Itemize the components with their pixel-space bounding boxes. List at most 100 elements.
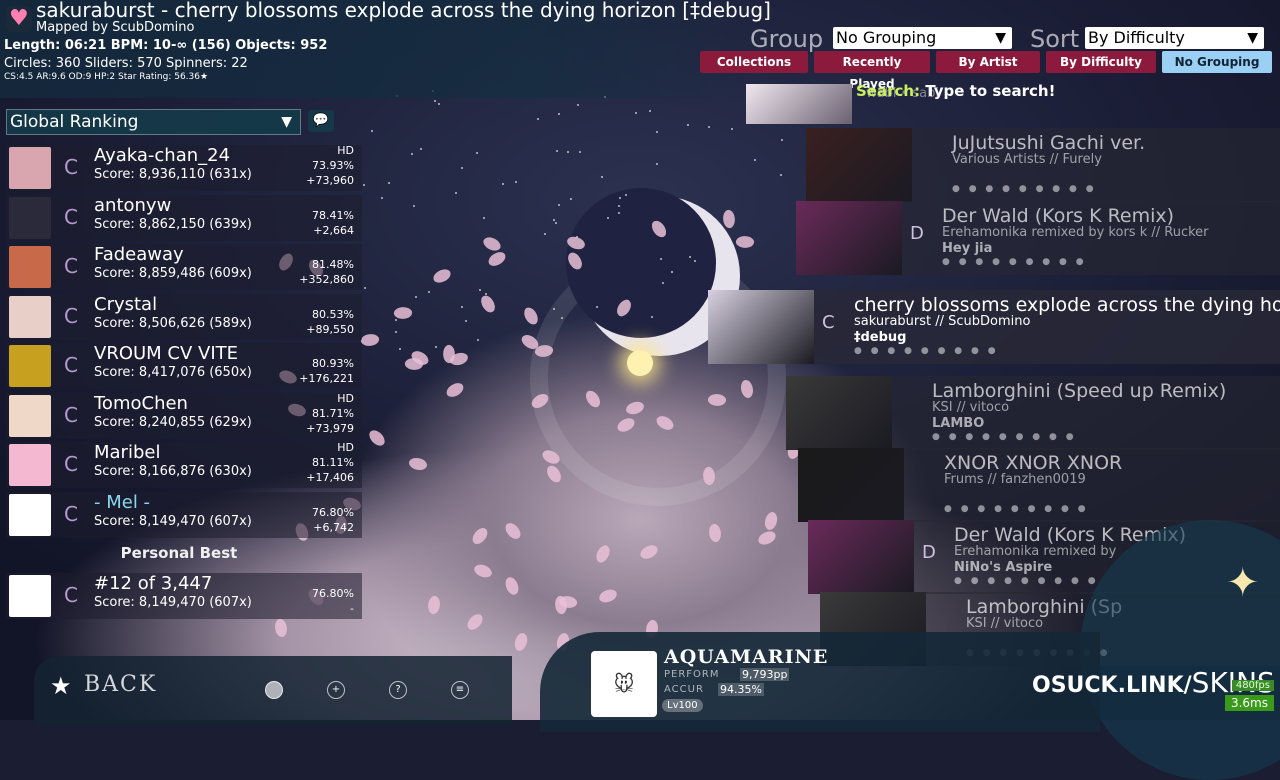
song-title: cherry blossoms explode across the dying… — [854, 294, 1280, 316]
avatar — [9, 444, 51, 486]
petal — [503, 520, 523, 542]
song-card[interactable]: JuJutsushi Gachi ver. Various Artists // … — [806, 128, 1280, 202]
grade-icon: C — [64, 583, 78, 607]
personal-best-accuracy: 76.80% — [312, 587, 354, 600]
song-artist: sakuraburst // ScubDomino — [854, 314, 1031, 329]
back-label: BACK — [84, 672, 158, 697]
leaderboard-row[interactable]: C Crystal Score: 8,506,626 (589x) 80.53% +89… — [6, 293, 362, 340]
song-card[interactable]: D Der Wald (Kors K Remix) Erehamonika remi… — [796, 201, 1280, 275]
leaderboard-row[interactable]: C Ayaka-chan_24 Score: 8,936,110 (631x) HD 7… — [6, 144, 362, 191]
player-name: antonyw — [94, 194, 172, 216]
song-thumbnail — [806, 128, 912, 202]
leaderboard-row[interactable]: C - Mel - Score: 8,149,470 (607x) 76.80% +6,… — [6, 491, 362, 538]
player-name: VROUM CV VITE — [94, 343, 239, 364]
star — [600, 175, 603, 178]
star — [558, 113, 561, 116]
score-diff: +352,860 — [299, 273, 354, 286]
player-avatar[interactable]: 🐭 — [591, 651, 657, 717]
petal — [444, 380, 466, 399]
star — [410, 153, 413, 156]
petal — [734, 234, 755, 251]
fps-counter: 480fps — [1231, 680, 1274, 691]
song-artist: Various Artists // Furely — [952, 152, 1102, 167]
chevron-down-icon: ▼ — [995, 30, 1006, 46]
petal — [407, 454, 429, 473]
song-card[interactable]: Lamborghini (Speed up Remix) KSI // vitoc… — [786, 376, 1280, 450]
star — [434, 99, 437, 102]
song-thumbnail — [746, 84, 852, 124]
moon-shadow — [566, 188, 716, 338]
grade-icon: D — [922, 542, 936, 563]
leaderboard-row[interactable]: C Fadeaway Score: 8,859,486 (609x) 81.48% +3… — [6, 244, 362, 290]
grade-icon: C — [64, 501, 78, 526]
star — [483, 216, 485, 219]
song-title: Lamborghini (Speed up Remix) — [932, 380, 1227, 402]
star — [413, 205, 416, 208]
star — [478, 289, 481, 292]
sort-dropdown-value: By Difficulty — [1088, 28, 1185, 47]
petal — [756, 529, 778, 546]
star — [380, 197, 383, 200]
score-diff: +176,221 — [299, 372, 354, 385]
mods-icon[interactable]: + — [327, 681, 345, 699]
leaderboard-row[interactable]: C Maribel Score: 8,166,876 (630x) HD 81.11% +… — [6, 441, 362, 488]
petal — [360, 333, 380, 347]
options-icon[interactable]: ≡ — [451, 681, 469, 699]
grade-icon: C — [64, 155, 78, 179]
petal — [464, 612, 487, 633]
song-thumbnail — [798, 448, 904, 522]
frametime-counter: 3.6ms — [1224, 695, 1274, 711]
star — [617, 204, 620, 207]
avatar — [9, 493, 51, 536]
song-artist: Frums // fanzhen0019 — [944, 472, 1086, 487]
star — [399, 347, 402, 350]
player-score: Score: 8,149,470 (607x) — [94, 513, 252, 529]
search-placeholder: Type to search! — [925, 82, 1056, 100]
personal-best-row[interactable]: C #12 of 3,447 Score: 8,149,470 (607x) 7… — [6, 573, 362, 619]
star — [454, 192, 457, 195]
player-level: Lv100 — [662, 699, 703, 712]
petal — [478, 293, 497, 315]
group-dropdown-value: No Grouping — [836, 28, 937, 47]
star — [427, 290, 430, 293]
song-card-selected[interactable]: Ccherry blossoms explode across the dyin… — [708, 290, 1280, 364]
mode-icon[interactable] — [265, 681, 283, 699]
star — [567, 151, 570, 154]
grade-icon: C — [64, 204, 78, 229]
tab-collections[interactable]: Collections — [700, 51, 808, 73]
tab-by-difficulty[interactable]: By Difficulty — [1046, 51, 1156, 73]
star — [780, 174, 783, 177]
player-score: Score: 8,506,626 (589x) — [94, 315, 252, 331]
accuracy: 80.53% — [312, 307, 354, 321]
back-button[interactable]: BACK — [50, 672, 157, 697]
star — [693, 259, 696, 262]
song-card[interactable]: XNOR XNOR XNOR Frums // fanzhen0019 ● ● ● … — [798, 448, 1280, 522]
tab-recently-played[interactable]: Recently Played — [814, 51, 930, 91]
ranking-type-dropdown[interactable]: Global Ranking ▼ — [6, 109, 301, 135]
song-artist: KSI // vitoco — [932, 400, 1010, 415]
random-icon[interactable]: ? — [389, 681, 407, 699]
sort-dropdown[interactable]: By Difficulty ▼ — [1085, 27, 1264, 49]
star-rating: ● ● ● ● ● ● ● ● ● — [952, 184, 1097, 194]
star-rating: ● ● ● ● ● ● ● ● ● — [932, 432, 1077, 442]
accuracy-label: ACCUR — [664, 684, 704, 695]
player-score: Score: 8,859,486 (609x) — [94, 266, 252, 281]
song-thumbnail — [786, 376, 892, 450]
favorite-icon[interactable]: ♥ — [6, 6, 32, 32]
leaderboard-row[interactable]: Cantonyw Score: 8,862,150 (639x) 78.41% +2,… — [6, 194, 362, 241]
search-label: Search: — [856, 82, 921, 100]
tab-no-grouping[interactable]: No Grouping — [1162, 51, 1272, 73]
tab-by-artist[interactable]: By Artist — [936, 51, 1040, 73]
search-bar[interactable]: Search: Type to search! — [856, 82, 1055, 100]
leaderboard-row[interactable]: C TomoChen Score: 8,240,855 (629x) HD 81.71%… — [6, 392, 362, 439]
group-dropdown[interactable]: No Grouping ▼ — [833, 27, 1012, 49]
glowing-orb — [627, 350, 653, 376]
petal — [504, 576, 520, 597]
star — [655, 163, 658, 165]
accuracy: 80.93% — [312, 357, 354, 370]
player-score: Score: 8,166,876 (630x) — [94, 464, 252, 479]
song-title: XNOR XNOR XNOR — [944, 452, 1123, 474]
leaderboard-row[interactable]: C VROUM CV VITE Score: 8,417,076 (650x) 80.… — [6, 343, 362, 389]
star — [395, 330, 398, 333]
chat-icon[interactable]: 💬 — [308, 110, 334, 132]
